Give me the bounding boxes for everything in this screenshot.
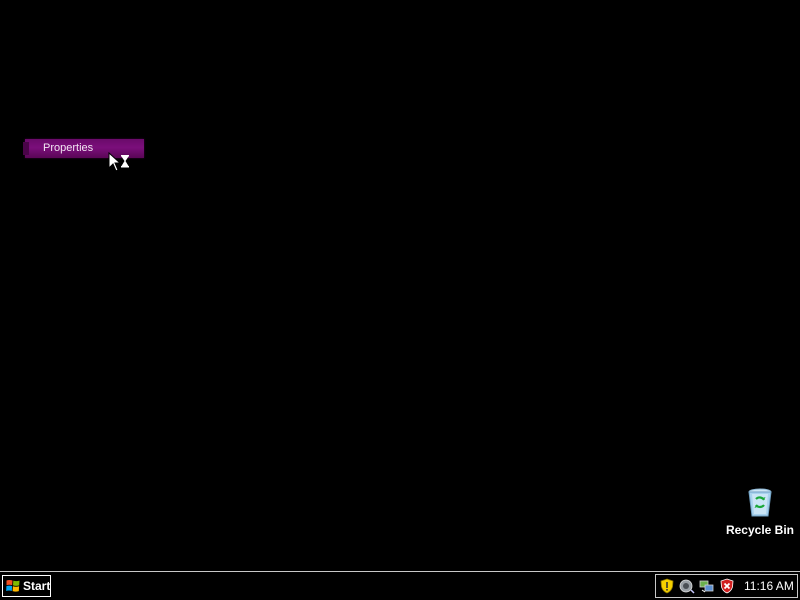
recycle-bin-label: Recycle Bin xyxy=(725,523,795,537)
start-button[interactable]: Start xyxy=(2,575,51,597)
clock[interactable]: 11:16 AM xyxy=(744,579,794,593)
security-alert-icon[interactable] xyxy=(719,578,735,594)
security-shield-icon[interactable] xyxy=(659,578,675,594)
busy-cursor-icon xyxy=(108,151,132,174)
start-label: Start xyxy=(23,579,51,593)
windows-logo-icon xyxy=(6,579,20,593)
system-tray: 11:16 AM xyxy=(655,574,798,598)
desktop-icon-recycle-bin[interactable]: Recycle Bin xyxy=(722,486,798,542)
recycle-bin-icon xyxy=(744,486,776,518)
desktop[interactable]: Properties Recycle Bin xyxy=(0,0,800,571)
taskbar: Start 11:16 AM xyxy=(0,571,800,600)
network-icon[interactable] xyxy=(699,578,715,594)
menu-item-properties[interactable]: Properties xyxy=(43,141,93,156)
speaker-icon[interactable] xyxy=(679,578,695,594)
